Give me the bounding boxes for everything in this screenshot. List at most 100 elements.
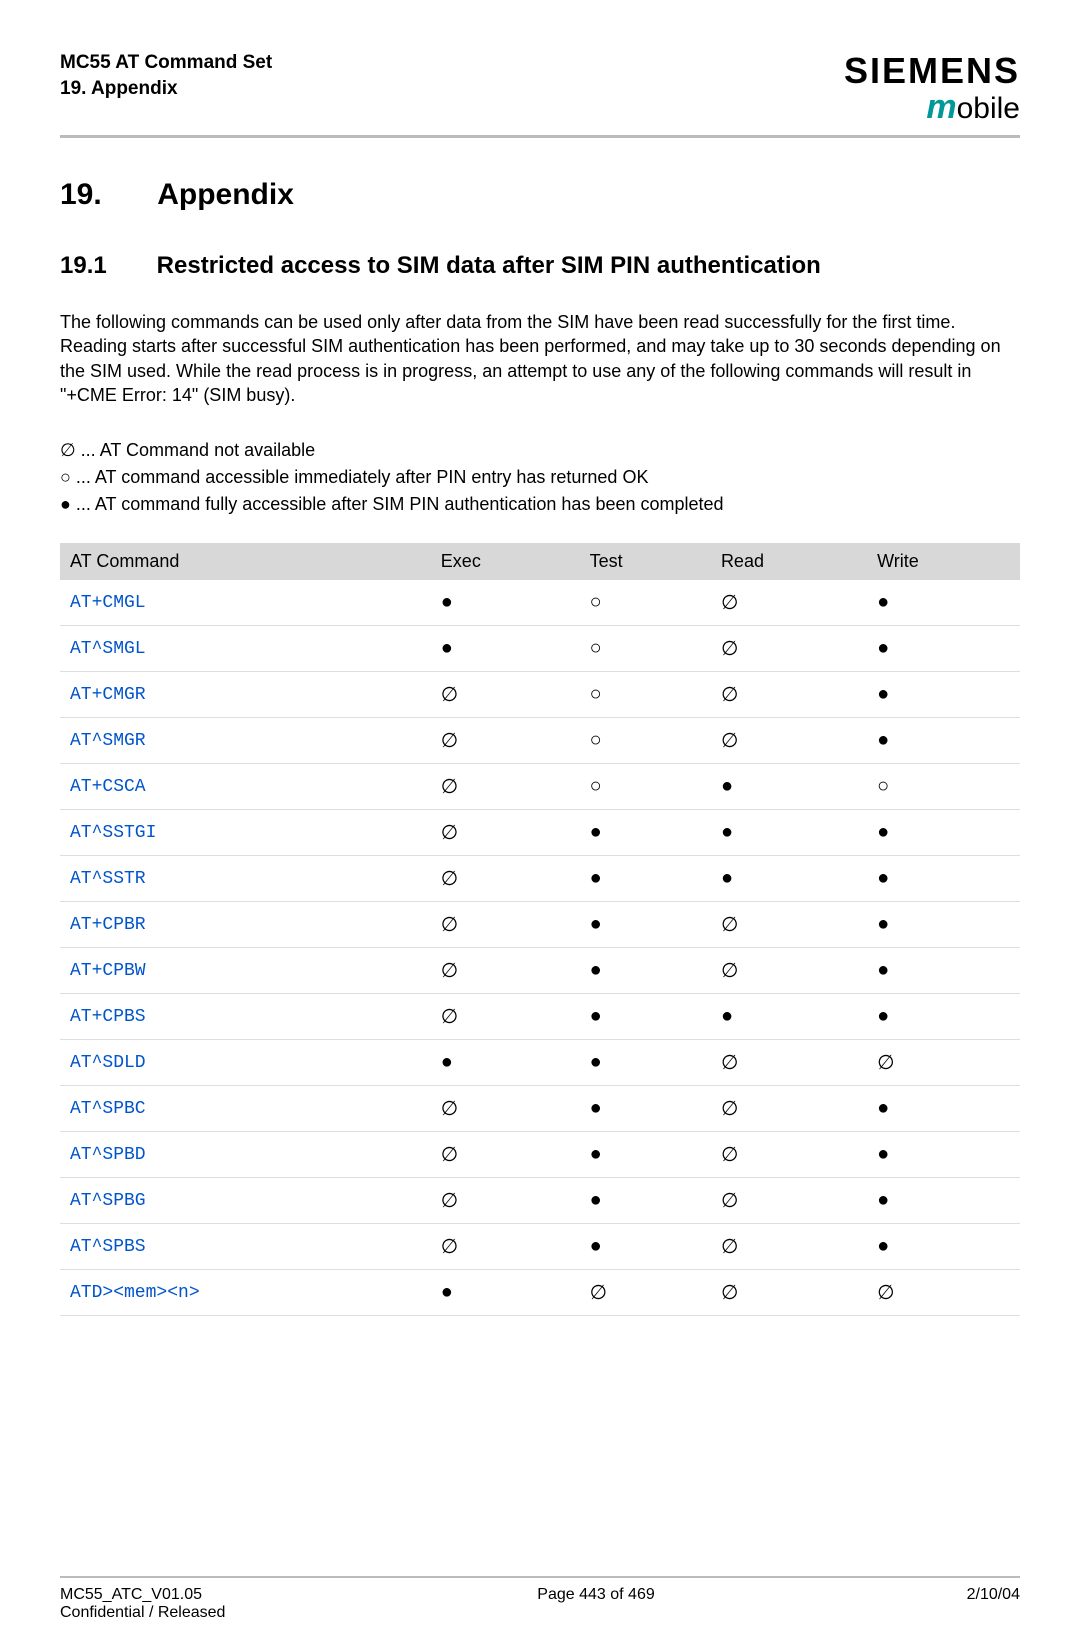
read-cell: ∅: [711, 1040, 867, 1086]
write-cell: ●: [867, 1224, 1020, 1270]
exec-cell: ●: [431, 626, 580, 672]
page-header: MC55 AT Command Set 19. Appendix SIEMENS…: [60, 50, 1020, 138]
write-cell: ●: [867, 626, 1020, 672]
read-cell: ∅: [711, 626, 867, 672]
table-row: AT^SSTR∅●●●: [60, 856, 1020, 902]
test-cell: ○: [580, 626, 711, 672]
table-row: AT^SMGR∅○∅●: [60, 718, 1020, 764]
exec-cell: ∅: [431, 902, 580, 948]
cmd-cell[interactable]: AT^SDLD: [60, 1040, 431, 1086]
read-cell: ∅: [711, 1270, 867, 1316]
exec-cell: ●: [431, 1270, 580, 1316]
section-label: 19. Appendix: [60, 76, 272, 102]
read-cell: ∅: [711, 948, 867, 994]
table-row: AT^SPBG∅●∅●: [60, 1178, 1020, 1224]
read-cell: ●: [711, 994, 867, 1040]
read-cell: ∅: [711, 580, 867, 626]
exec-cell: ●: [431, 580, 580, 626]
cmd-cell[interactable]: AT^SSTGI: [60, 810, 431, 856]
read-cell: ●: [711, 764, 867, 810]
test-cell: ●: [580, 902, 711, 948]
test-cell: ∅: [580, 1270, 711, 1316]
exec-cell: ∅: [431, 1132, 580, 1178]
th-read: Read: [711, 543, 867, 580]
table-row: AT+CMGL●○∅●: [60, 580, 1020, 626]
h1-num: 19.: [60, 178, 150, 212]
header-left: MC55 AT Command Set 19. Appendix: [60, 50, 272, 101]
table-row: AT^SMGL●○∅●: [60, 626, 1020, 672]
cmd-cell[interactable]: AT^SPBS: [60, 1224, 431, 1270]
cmd-cell[interactable]: AT+CPBS: [60, 994, 431, 1040]
table-row: AT^SDLD●●∅∅: [60, 1040, 1020, 1086]
subbrand: mobile: [844, 88, 1020, 127]
write-cell: ●: [867, 1086, 1020, 1132]
table-row: ATD><mem><n>●∅∅∅: [60, 1270, 1020, 1316]
cmd-cell[interactable]: AT^SMGR: [60, 718, 431, 764]
read-cell: ∅: [711, 1178, 867, 1224]
cmd-cell[interactable]: AT^SSTR: [60, 856, 431, 902]
read-cell: ∅: [711, 1224, 867, 1270]
subbrand-m: m: [926, 88, 956, 126]
cmd-cell[interactable]: AT+CMGL: [60, 580, 431, 626]
table-row: AT^SPBD∅●∅●: [60, 1132, 1020, 1178]
write-cell: ●: [867, 718, 1020, 764]
exec-cell: ∅: [431, 718, 580, 764]
footer-date: 2/10/04: [967, 1586, 1020, 1622]
table-row: AT+CPBR∅●∅●: [60, 902, 1020, 948]
command-table: AT Command Exec Test Read Write AT+CMGL●…: [60, 543, 1020, 1316]
cmd-cell[interactable]: AT^SPBD: [60, 1132, 431, 1178]
read-cell: ∅: [711, 718, 867, 764]
cmd-cell[interactable]: AT+CMGR: [60, 672, 431, 718]
header-right: SIEMENS mobile: [844, 50, 1020, 127]
footer-version: MC55_ATC_V01.05: [60, 1586, 225, 1604]
legend-filled: ● ... AT command fully accessible after …: [60, 491, 1020, 518]
cmd-cell[interactable]: ATD><mem><n>: [60, 1270, 431, 1316]
table-row: AT+CPBS∅●●●: [60, 994, 1020, 1040]
write-cell: ●: [867, 994, 1020, 1040]
test-cell: ○: [580, 672, 711, 718]
intro-paragraph: The following commands can be used only …: [60, 310, 1020, 407]
legend-empty: ∅ ... AT Command not available: [60, 437, 1020, 464]
test-cell: ●: [580, 1224, 711, 1270]
read-cell: ●: [711, 856, 867, 902]
table-header-row: AT Command Exec Test Read Write: [60, 543, 1020, 580]
write-cell: ●: [867, 1132, 1020, 1178]
exec-cell: ∅: [431, 810, 580, 856]
brand-logo: SIEMENS: [844, 50, 1020, 92]
exec-cell: ∅: [431, 1178, 580, 1224]
legend-block: ∅ ... AT Command not available ○ ... AT …: [60, 437, 1020, 518]
exec-cell: ∅: [431, 1224, 580, 1270]
page-footer: MC55_ATC_V01.05 Confidential / Released …: [60, 1576, 1020, 1622]
write-cell: ●: [867, 672, 1020, 718]
test-cell: ●: [580, 810, 711, 856]
test-cell: ●: [580, 856, 711, 902]
cmd-cell[interactable]: AT+CPBW: [60, 948, 431, 994]
test-cell: ○: [580, 718, 711, 764]
h1-appendix: 19. Appendix: [60, 178, 1020, 212]
h2-num: 19.1: [60, 252, 150, 280]
write-cell: ∅: [867, 1270, 1020, 1316]
table-row: AT^SPBC∅●∅●: [60, 1086, 1020, 1132]
test-cell: ●: [580, 1086, 711, 1132]
h2-title: Restricted access to SIM data after SIM …: [157, 252, 821, 279]
read-cell: ∅: [711, 1086, 867, 1132]
table-row: AT^SSTGI∅●●●: [60, 810, 1020, 856]
th-write: Write: [867, 543, 1020, 580]
write-cell: ●: [867, 810, 1020, 856]
th-exec: Exec: [431, 543, 580, 580]
cmd-cell[interactable]: AT^SPBC: [60, 1086, 431, 1132]
test-cell: ○: [580, 580, 711, 626]
test-cell: ●: [580, 1178, 711, 1224]
cmd-cell[interactable]: AT+CSCA: [60, 764, 431, 810]
test-cell: ○: [580, 764, 711, 810]
exec-cell: ∅: [431, 672, 580, 718]
test-cell: ●: [580, 994, 711, 1040]
exec-cell: ∅: [431, 1086, 580, 1132]
test-cell: ●: [580, 948, 711, 994]
th-test: Test: [580, 543, 711, 580]
cmd-cell[interactable]: AT^SPBG: [60, 1178, 431, 1224]
write-cell: ●: [867, 856, 1020, 902]
test-cell: ●: [580, 1132, 711, 1178]
cmd-cell[interactable]: AT+CPBR: [60, 902, 431, 948]
cmd-cell[interactable]: AT^SMGL: [60, 626, 431, 672]
